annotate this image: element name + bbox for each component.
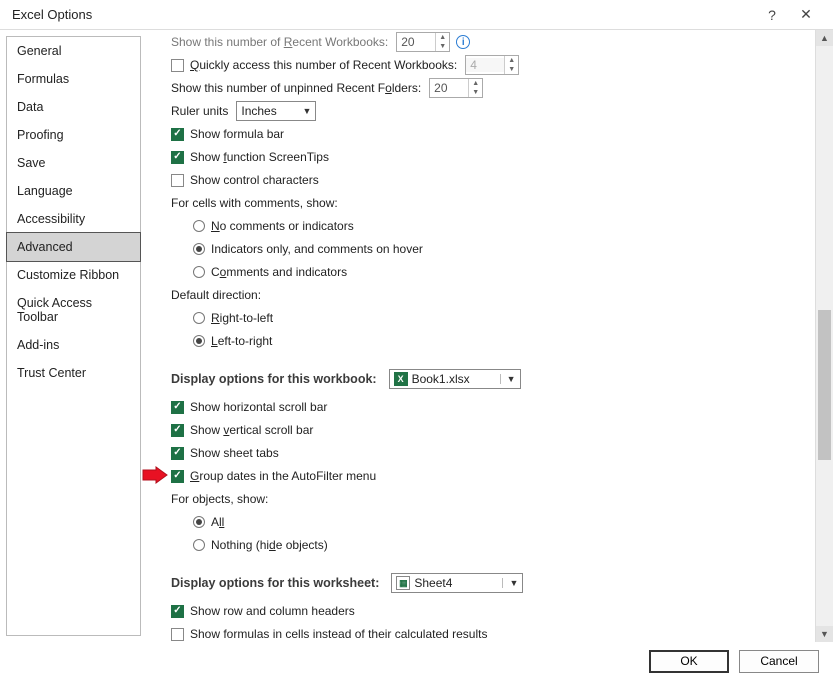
info-icon[interactable]: i: [456, 35, 470, 49]
close-icon[interactable]: ✕: [789, 6, 823, 23]
dialog-footer: OK Cancel: [0, 642, 833, 680]
objects-all-radio[interactable]: [193, 516, 205, 528]
sidebar-item-data[interactable]: Data: [7, 93, 140, 121]
comments-none-radio[interactable]: [193, 220, 205, 232]
sidebar-item-trust-center[interactable]: Trust Center: [7, 359, 140, 387]
workbook-section-header: Display options for this workbook:: [171, 372, 377, 386]
comments-header: For cells with comments, show:: [171, 196, 338, 210]
help-icon[interactable]: ?: [755, 7, 789, 23]
comments-indicators-radio[interactable]: [193, 243, 205, 255]
recent-workbooks-label: Show this number of Recent Workbooks:: [171, 35, 388, 49]
unpinned-folders-label: Show this number of unpinned Recent Fold…: [171, 81, 421, 95]
spin-down-icon[interactable]: ▼: [436, 42, 449, 51]
scrollbar-thumb[interactable]: [818, 310, 831, 460]
vertical-scrollbar[interactable]: ▲ ▼: [815, 30, 833, 642]
unpinned-folders-spinner[interactable]: ▲▼: [429, 78, 483, 98]
sidebar-item-accessibility[interactable]: Accessibility: [7, 205, 140, 233]
show-control-chars-label: Show control characters: [190, 173, 319, 187]
worksheet-selector-dropdown[interactable]: ▦ Sheet4 ▼: [391, 573, 523, 593]
show-vscroll-checkbox[interactable]: [171, 424, 184, 437]
ok-button[interactable]: OK: [649, 650, 729, 673]
objects-nothing-radio[interactable]: [193, 539, 205, 551]
recent-workbooks-spinner[interactable]: ▲▼: [396, 32, 450, 52]
sidebar: General Formulas Data Proofing Save Lang…: [6, 36, 141, 636]
objects-header: For objects, show:: [171, 492, 268, 506]
chevron-down-icon: ▼: [500, 374, 516, 384]
cancel-button[interactable]: Cancel: [739, 650, 819, 673]
quick-access-label: Quickly access this number of Recent Wor…: [190, 58, 457, 72]
workbook-selector-dropdown[interactable]: X Book1.xlsx ▼: [389, 369, 521, 389]
comments-both-radio[interactable]: [193, 266, 205, 278]
direction-header: Default direction:: [171, 288, 261, 302]
quick-access-spinner: ▲▼: [465, 55, 519, 75]
content-pane: Show this number of Recent Workbooks: ▲▼…: [141, 30, 815, 642]
excel-file-icon: X: [394, 372, 408, 386]
direction-ltr-radio[interactable]: [193, 335, 205, 347]
show-screentips-checkbox[interactable]: [171, 151, 184, 164]
group-dates-autofilter-checkbox[interactable]: [171, 470, 184, 483]
sidebar-item-save[interactable]: Save: [7, 149, 140, 177]
show-formula-bar-label: Show formula bar: [190, 127, 284, 141]
sidebar-item-proofing[interactable]: Proofing: [7, 121, 140, 149]
scroll-down-icon[interactable]: ▼: [816, 626, 833, 642]
window-title: Excel Options: [12, 7, 755, 22]
titlebar: Excel Options ? ✕: [0, 0, 833, 30]
sidebar-item-quick-access-toolbar[interactable]: Quick Access Toolbar: [7, 289, 140, 331]
direction-rtl-radio[interactable]: [193, 312, 205, 324]
show-sheet-tabs-checkbox[interactable]: [171, 447, 184, 460]
sidebar-item-customize-ribbon[interactable]: Customize Ribbon: [7, 261, 140, 289]
sidebar-item-formulas[interactable]: Formulas: [7, 65, 140, 93]
ruler-units-dropdown[interactable]: Inches ▼: [236, 101, 316, 121]
show-control-chars-checkbox[interactable]: [171, 174, 184, 187]
sheet-icon: ▦: [396, 576, 410, 590]
show-formulas-checkbox[interactable]: [171, 628, 184, 641]
sidebar-item-add-ins[interactable]: Add-ins: [7, 331, 140, 359]
spin-up-icon[interactable]: ▲: [436, 33, 449, 42]
show-headers-checkbox[interactable]: [171, 605, 184, 618]
quick-access-checkbox[interactable]: [171, 59, 184, 72]
sidebar-item-language[interactable]: Language: [7, 177, 140, 205]
chevron-down-icon: ▼: [302, 106, 311, 116]
sidebar-item-advanced[interactable]: Advanced: [6, 232, 141, 262]
callout-arrow-icon: [141, 467, 169, 485]
chevron-down-icon: ▼: [502, 578, 518, 588]
show-hscroll-checkbox[interactable]: [171, 401, 184, 414]
worksheet-section-header: Display options for this worksheet:: [171, 576, 379, 590]
sidebar-item-general[interactable]: General: [7, 37, 140, 65]
ruler-units-label: Ruler units: [171, 104, 228, 118]
show-screentips-label: Show function ScreenTips: [190, 150, 329, 164]
group-dates-autofilter-label: Group dates in the AutoFilter menu: [190, 469, 376, 483]
show-formula-bar-checkbox[interactable]: [171, 128, 184, 141]
scroll-up-icon[interactable]: ▲: [816, 30, 833, 46]
